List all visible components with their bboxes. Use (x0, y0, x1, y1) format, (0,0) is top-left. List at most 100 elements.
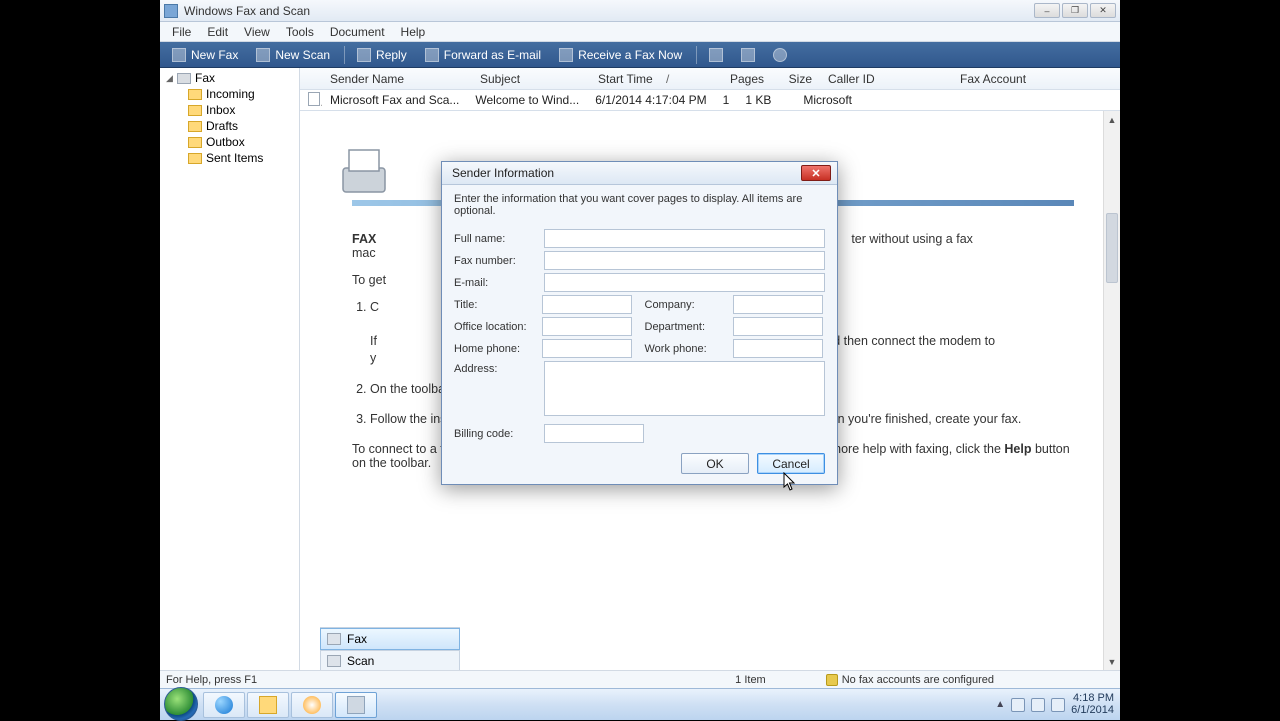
new-fax-button[interactable]: New Fax (164, 46, 246, 64)
office-location-field[interactable] (542, 317, 632, 336)
dialog-titlebar[interactable]: Sender Information ✕ (442, 162, 837, 185)
ie-icon (215, 696, 233, 714)
scanner-icon (327, 655, 341, 667)
chevron-down-icon[interactable]: ◢ (166, 73, 176, 84)
menu-edit[interactable]: Edit (199, 23, 236, 41)
company-field[interactable] (733, 295, 823, 314)
printer-icon (347, 696, 365, 714)
list-row[interactable]: Microsoft Fax and Sca... Welcome to Wind… (300, 90, 1120, 110)
status-help: For Help, press F1 (166, 674, 257, 686)
menu-document[interactable]: Document (322, 23, 393, 41)
mode-tab-scan[interactable]: Scan (320, 650, 460, 672)
receive-fax-button[interactable]: Receive a Fax Now (551, 46, 690, 64)
reply-button[interactable]: Reply (349, 46, 415, 64)
fax-number-field[interactable] (544, 251, 825, 270)
explorer-icon (259, 696, 277, 714)
folder-icon (188, 137, 202, 148)
folder-icon (188, 121, 202, 132)
volume-icon[interactable] (1051, 698, 1065, 712)
fax-icon (327, 633, 341, 645)
scroll-up-icon[interactable]: ▲ (1104, 111, 1120, 128)
dialog-close-button[interactable]: ✕ (801, 165, 831, 181)
document-icon (308, 92, 320, 106)
new-scan-icon (256, 48, 270, 62)
wmp-icon (303, 696, 321, 714)
taskbar-ie[interactable] (203, 692, 245, 718)
folder-icon (188, 89, 202, 100)
taskbar-mediaplayer[interactable] (291, 692, 333, 718)
label-company: Company: (645, 299, 733, 311)
mode-tab-fax[interactable]: Fax (320, 628, 460, 650)
tray-clock[interactable]: 4:18 PM 6/1/2014 (1071, 693, 1114, 716)
email-field[interactable] (544, 273, 825, 292)
status-bar: For Help, press F1 1 Item No fax account… (160, 670, 1120, 688)
titlebar: Windows Fax and Scan – ❐ ✕ (160, 0, 1120, 22)
tray-overflow-icon[interactable]: ▲ (995, 699, 1005, 710)
scrollbar[interactable]: ▲ ▼ (1103, 111, 1120, 670)
list-header: Sender Name Subject Start Time / Pages S… (300, 68, 1120, 90)
col-start[interactable]: Start Time / (590, 72, 720, 86)
close-window-button[interactable]: ✕ (1090, 3, 1116, 18)
action-center-icon[interactable] (1011, 698, 1025, 712)
forward-button[interactable]: Forward as E-mail (417, 46, 549, 64)
delete-button[interactable] (733, 46, 763, 64)
title-field[interactable] (542, 295, 632, 314)
label-faxnumber: Fax number: (454, 255, 544, 267)
address-field[interactable] (544, 361, 825, 416)
nav-item-outbox[interactable]: Outbox (188, 134, 299, 150)
label-workphone: Work phone: (645, 343, 733, 355)
col-caller[interactable]: Caller ID (820, 72, 952, 86)
department-field[interactable] (733, 317, 823, 336)
app-icon (164, 4, 178, 18)
nav-tree: ◢ Fax Incoming Inbox Drafts Outbox Sent … (160, 68, 300, 670)
toolbar-separator (344, 46, 345, 64)
label-fullname: Full name: (454, 233, 544, 245)
col-subject[interactable]: Subject (472, 72, 590, 86)
col-sender[interactable]: Sender Name (322, 72, 472, 86)
work-phone-field[interactable] (733, 339, 823, 358)
folder-icon (188, 105, 202, 116)
nav-item-inbox[interactable]: Inbox (188, 102, 299, 118)
label-billing: Billing code: (454, 428, 544, 440)
network-icon[interactable] (1031, 698, 1045, 712)
print-button[interactable] (701, 46, 731, 64)
dialog-instruction: Enter the information that you want cove… (454, 193, 825, 217)
taskbar-fax[interactable] (335, 692, 377, 718)
home-phone-field[interactable] (542, 339, 632, 358)
fullname-field[interactable] (544, 229, 825, 248)
cancel-button[interactable]: Cancel (757, 453, 825, 474)
label-department: Department: (645, 321, 733, 333)
scroll-down-icon[interactable]: ▼ (1104, 653, 1120, 670)
nav-root-fax[interactable]: ◢ Fax (160, 70, 299, 86)
menu-view[interactable]: View (236, 23, 278, 41)
nav-item-drafts[interactable]: Drafts (188, 118, 299, 134)
reply-icon (357, 48, 371, 62)
maximize-button[interactable]: ❐ (1062, 3, 1088, 18)
col-pages[interactable]: Pages (720, 72, 772, 86)
start-button[interactable] (164, 687, 198, 721)
toolbar: New Fax New Scan Reply Forward as E-mail… (160, 42, 1120, 68)
col-size[interactable]: Size (772, 72, 820, 86)
folder-icon (188, 153, 202, 164)
minimize-button[interactable]: – (1034, 3, 1060, 18)
ok-button[interactable]: OK (681, 453, 749, 474)
help-button[interactable] (765, 46, 795, 64)
label-office: Office location: (454, 321, 542, 333)
scroll-thumb[interactable] (1106, 213, 1118, 283)
label-email: E-mail: (454, 277, 544, 289)
col-account[interactable]: Fax Account (952, 72, 1112, 86)
nav-item-incoming[interactable]: Incoming (188, 86, 299, 102)
sender-information-dialog: Sender Information ✕ Enter the informati… (441, 161, 838, 485)
billing-code-field[interactable] (544, 424, 644, 443)
new-scan-button[interactable]: New Scan (248, 46, 338, 64)
nav-mode-switcher: Fax Scan (320, 627, 460, 672)
new-fax-icon (172, 48, 186, 62)
menu-file[interactable]: File (164, 23, 199, 41)
menu-help[interactable]: Help (393, 23, 434, 41)
menu-tools[interactable]: Tools (278, 23, 322, 41)
download-icon (559, 48, 573, 62)
nav-item-sent[interactable]: Sent Items (188, 150, 299, 166)
status-warning: No fax accounts are configured (842, 674, 994, 686)
taskbar-explorer[interactable] (247, 692, 289, 718)
toolbar-separator (696, 46, 697, 64)
